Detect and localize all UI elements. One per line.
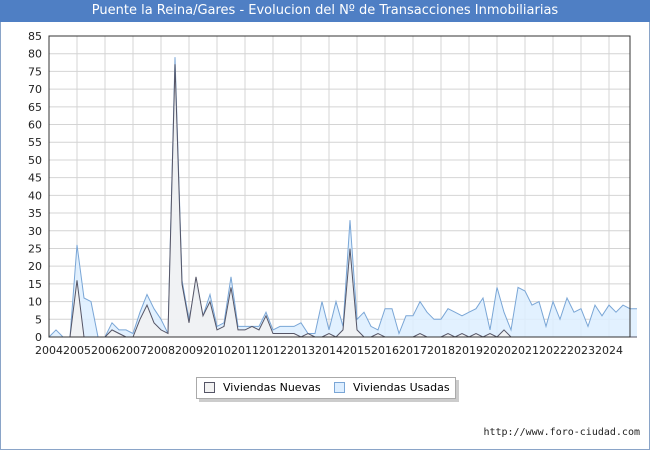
y-tick-label: 45: [28, 172, 42, 185]
x-tick-label: 2022: [539, 344, 567, 357]
y-tick-label: 70: [28, 83, 42, 96]
y-tick-label: 20: [28, 260, 42, 273]
legend-swatch-usadas: [334, 382, 345, 393]
y-tick-label: 65: [28, 101, 42, 114]
chart-legend: Viviendas Nuevas Viviendas Usadas: [196, 377, 456, 399]
x-tick-label: 2006: [91, 344, 119, 357]
legend-label-usadas: Viviendas Usadas: [353, 381, 450, 394]
legend-swatch-nuevas: [204, 382, 215, 393]
x-tick-label: 2015: [343, 344, 371, 357]
x-tick-label: 2010: [203, 344, 231, 357]
x-tick-label: 2009: [175, 344, 203, 357]
y-tick-label: 0: [35, 331, 42, 344]
x-tick-label: 2019: [455, 344, 483, 357]
y-tick-label: 60: [28, 119, 42, 132]
legend-item-nuevas: Viviendas Nuevas: [204, 381, 321, 394]
y-tick-label: 85: [28, 30, 42, 43]
x-tick-label: 2023: [567, 344, 595, 357]
x-tick-label: 2024: [595, 344, 623, 357]
source-url[interactable]: http://www.foro-ciudad.com: [483, 427, 640, 438]
y-tick-label: 5: [35, 313, 42, 326]
x-tick-label: 2004: [35, 344, 63, 357]
y-tick-label: 10: [28, 296, 42, 309]
legend-label-nuevas: Viviendas Nuevas: [223, 381, 321, 394]
x-tick-label: 2014: [315, 344, 343, 357]
y-tick-label: 80: [28, 48, 42, 61]
y-tick-label: 30: [28, 225, 42, 238]
x-tick-label: 2012: [259, 344, 287, 357]
y-tick-label: 25: [28, 242, 42, 255]
y-tick-label: 50: [28, 154, 42, 167]
y-tick-label: 75: [28, 65, 42, 78]
x-tick-label: 2008: [147, 344, 175, 357]
x-tick-label: 2017: [399, 344, 427, 357]
x-tick-label: 2021: [511, 344, 539, 357]
x-tick-label: 2016: [371, 344, 399, 357]
y-tick-label: 55: [28, 136, 42, 149]
x-tick-label: 2018: [427, 344, 455, 357]
y-tick-label: 15: [28, 278, 42, 291]
plot-area: [49, 36, 630, 337]
x-tick-label: 2013: [287, 344, 315, 357]
y-tick-label: 40: [28, 189, 42, 202]
x-tick-label: 2020: [483, 344, 511, 357]
x-tick-label: 2005: [63, 344, 91, 357]
y-tick-label: 35: [28, 207, 42, 220]
x-tick-label: 2011: [231, 344, 259, 357]
legend-item-usadas: Viviendas Usadas: [334, 381, 450, 394]
x-tick-label: 2007: [119, 344, 147, 357]
